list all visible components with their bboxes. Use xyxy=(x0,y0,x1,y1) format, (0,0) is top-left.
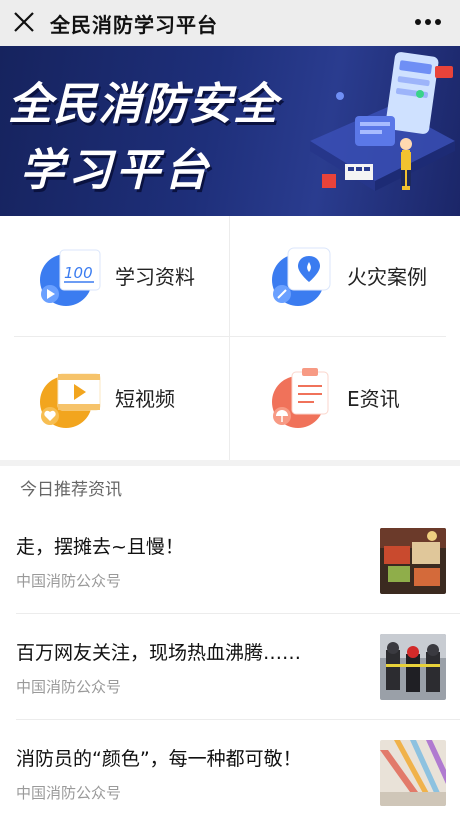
news-source: 中国消防公众号 xyxy=(16,678,122,696)
news-item[interactable]: 百万网友关注，现场热血沸腾…… 中国消防公众号 xyxy=(0,614,460,720)
top-bar: 全民消防学习平台 xyxy=(0,0,460,46)
news-thumbnail xyxy=(380,740,446,806)
section-title: 今日推荐资讯 xyxy=(20,480,122,500)
news-item[interactable]: 走，摆摊去~且慢！ 中国消防公众号 xyxy=(0,508,460,614)
menu-item-e-news[interactable]: E资讯 xyxy=(0,338,460,458)
banner[interactable]: 全民消防安全 学习平台 xyxy=(0,46,460,216)
e-news-icon xyxy=(272,368,329,428)
banner-title-line1: 全民消防安全 xyxy=(8,79,278,130)
banner-title-line2: 学习平台 xyxy=(20,145,212,196)
news-title: 走，摆摊去~且慢！ xyxy=(16,536,184,558)
news-source: 中国消防公众号 xyxy=(16,784,122,802)
menu-label-fire-cases: 火灾案例 xyxy=(347,265,427,289)
news-title: 消防员的“颜色”，每一种都可敬！ xyxy=(16,748,302,770)
news-title: 百万网友关注，现场热血沸腾…… xyxy=(16,642,302,664)
news-source: 中国消防公众号 xyxy=(16,572,122,590)
fire-cases-icon xyxy=(272,247,331,306)
grid-divider-horizontal xyxy=(14,336,446,337)
menu-label-e-news: E资讯 xyxy=(347,387,400,411)
banner-illustration xyxy=(310,52,455,191)
section-header: 今日推荐资讯 xyxy=(0,466,460,508)
menu-item-fire-cases[interactable]: 火灾案例 xyxy=(0,216,460,336)
more-icon[interactable] xyxy=(412,8,444,36)
feature-grid: 100 学习资料 火灾案例 短视频 E资讯 xyxy=(0,216,460,460)
close-icon[interactable] xyxy=(10,8,38,36)
page-title: 全民消防学习平台 xyxy=(50,13,218,37)
news-item[interactable]: 消防员的“颜色”，每一种都可敬！ 中国消防公众号 xyxy=(0,720,460,816)
news-thumbnail xyxy=(380,528,446,594)
news-thumbnail xyxy=(380,634,446,700)
